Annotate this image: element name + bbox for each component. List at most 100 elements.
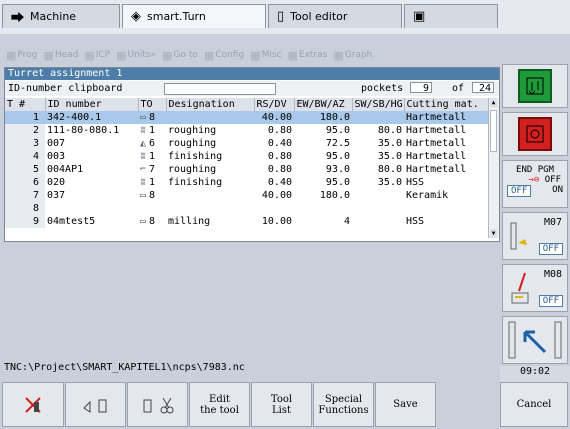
table-row[interactable]: 9 04mtest5 ▭ 8 milling 10.00 4 HSS	[5, 215, 488, 228]
end-pgm-label: END PGM	[516, 165, 554, 175]
cell-ew: 180.0	[319, 190, 350, 201]
col-header-rs[interactable]: RS/DV	[254, 98, 295, 111]
grid-icon: ▦	[250, 48, 261, 62]
col-header-sw[interactable]: SW/SB/HG	[352, 98, 405, 111]
softkey-tool-delete[interactable]	[2, 382, 64, 427]
menu-misc[interactable]: ▦ Misc	[250, 49, 281, 62]
menu-icp[interactable]: ▦ ICP	[84, 49, 110, 62]
menu-prog[interactable]: ▦ Prog	[6, 49, 37, 62]
table-row[interactable]: 2 111-80-080.1 ʬ 1 roughing 0.80 95.0 80.0 Hartm…	[5, 124, 488, 137]
table-row[interactable]: 5 004AP1 ⌐ 7 roughing 0.80 93.0 80.0 Hartmetall	[5, 163, 488, 176]
cell-rs: 0.40	[267, 177, 292, 188]
cell-t: 6	[5, 176, 45, 189]
cell-to: ▭ 8	[140, 216, 156, 227]
softkey-special-functions[interactable]: Special Functions	[313, 382, 374, 427]
menu-extras[interactable]: ▦ Extras	[287, 49, 327, 62]
diamond-arrow-icon: ◈	[131, 9, 141, 24]
menu-head[interactable]: ▦ Head	[43, 49, 78, 62]
menu-bar: ▦ Prog ▦ Head ▦ ICP ▦ Units» ▦ Go to ▦ Config …	[0, 45, 500, 65]
clipboard-label: ID-number clipboard	[8, 83, 123, 94]
cell-id: 004AP1	[47, 164, 84, 175]
table-header: T # ID number TO Designation RS/DV EW/BW…	[5, 98, 489, 111]
tool-type-icon: ▭	[140, 112, 147, 123]
scroll-thumb[interactable]	[490, 110, 497, 152]
cell-sw	[352, 189, 404, 202]
cell-ew: 95.0	[325, 151, 350, 162]
coolant-icon	[510, 222, 527, 250]
col-header-material[interactable]: Cutting mat.	[404, 98, 489, 111]
tool-table: T # ID number TO Designation RS/DV EW/BW…	[5, 98, 489, 228]
tool-type-icon: ▭	[140, 216, 147, 227]
end-pgm-off: →⊖ OFF	[528, 175, 561, 185]
cell-to: ʬ1	[140, 125, 156, 136]
cycle-start-button[interactable]	[502, 64, 568, 108]
tool-type-icon: ʬ	[140, 125, 147, 136]
m08-off-badge: OFF	[538, 295, 563, 307]
cell-ew: 180.0	[294, 111, 352, 124]
cycle-stop-icon	[518, 117, 552, 151]
softkey-edit-tool[interactable]: Edit the tool	[189, 382, 250, 427]
col-header-to[interactable]: TO	[138, 98, 167, 111]
tab-tool-editor[interactable]: ▯ Tool editor	[268, 4, 402, 28]
cell-to	[138, 202, 166, 215]
cell-rs: 0.80	[267, 125, 292, 136]
table-row[interactable]: 7 037 ▭ 8 40.00 180.0 Keramik	[5, 189, 488, 202]
clipboard-row: ID-number clipboard pockets 9 of 24	[5, 81, 499, 96]
m08-toggle[interactable]: M08 OFF	[502, 264, 568, 312]
end-pgm-toggle[interactable]: END PGM →⊖ OFF OFF ON	[502, 160, 568, 208]
clock: 09:02	[500, 366, 570, 382]
tool-type-icon: ⌐	[140, 164, 147, 175]
cell-rs: 40.00	[254, 111, 294, 124]
col-header-t[interactable]: T #	[5, 98, 46, 111]
softkey-tool-insert[interactable]	[65, 382, 126, 427]
cell-t: 7	[5, 189, 45, 202]
cell-rs: 40.00	[261, 190, 292, 201]
cell-t: 3	[5, 137, 45, 150]
cell-designation: roughing	[168, 125, 217, 136]
cell-designation: roughing	[168, 138, 217, 149]
cell-designation: finishing	[168, 177, 223, 188]
cell-designation: milling	[168, 216, 211, 227]
tab-machine[interactable]: ⮕ Machine	[2, 4, 120, 28]
menu-graph[interactable]: ▦ Graph.	[333, 49, 375, 62]
cell-to: ʬ1	[140, 177, 156, 188]
grid-icon: ▦	[333, 48, 344, 62]
grid-icon: ▦	[287, 48, 298, 62]
table-row[interactable]: 3 007 ◭ 6 roughing 0.40 72.5 35.0 Hartmetall	[5, 137, 488, 150]
cursor-mode-button[interactable]	[502, 316, 568, 364]
tab-smart-turn[interactable]: ◈ smart.Turn	[122, 4, 266, 28]
cell-t: 4	[5, 150, 45, 163]
cancel-button[interactable]: Cancel	[500, 382, 568, 427]
col-header-id[interactable]: ID number	[45, 98, 139, 111]
scroll-up-icon[interactable]: ▲	[490, 98, 497, 107]
tab-label: Tool editor	[290, 10, 348, 23]
table-row[interactable]: 4 003 ʬ 1 finishing 0.80 95.0 35.0 Hartmetall	[5, 150, 488, 163]
menu-units[interactable]: ▦ Units»	[116, 49, 156, 62]
cell-id: 04mtest5	[47, 216, 96, 227]
m07-toggle[interactable]: M07 OFF	[502, 212, 568, 260]
cell-material: Hartmetall	[406, 164, 467, 175]
cell-rs: 10.00	[261, 216, 292, 227]
softkey-tool-list[interactable]: Tool List	[251, 382, 312, 427]
turret-panel: Turret assignment 1 ID-number clipboard …	[4, 67, 500, 242]
table-row[interactable]: 8	[5, 202, 488, 215]
softkey-save[interactable]: Save	[375, 382, 436, 427]
table-row[interactable]: 1 342-400.1 ▭ 8 40.00 180.0 Hartmetall	[5, 111, 488, 124]
table-row[interactable]: 6 020 ʬ 1 finishing 0.40 95.0 35.0 HSS	[5, 176, 488, 189]
col-header-designation[interactable]: Designation	[166, 98, 255, 111]
grid-icon: ▦	[162, 48, 173, 62]
col-header-ew[interactable]: EW/BW/AZ	[294, 98, 353, 111]
cell-id: 007	[47, 138, 66, 149]
tab-save[interactable]: ▣	[404, 4, 498, 28]
menu-goto[interactable]: ▦ Go to	[162, 49, 198, 62]
table-scrollbar[interactable]: ▲ ▼	[488, 98, 499, 238]
cell-material: Hartmetall	[404, 111, 488, 124]
cell-material: Hartmetall	[406, 125, 467, 136]
menu-config[interactable]: ▦ Config	[204, 49, 244, 62]
clipboard-field[interactable]	[164, 83, 276, 95]
m07-label: M07	[543, 217, 562, 228]
softkey-tool-cut[interactable]	[127, 382, 188, 427]
scroll-down-icon[interactable]: ▼	[490, 229, 497, 238]
cycle-stop-button[interactable]	[502, 112, 568, 156]
cell-sw	[352, 111, 404, 124]
